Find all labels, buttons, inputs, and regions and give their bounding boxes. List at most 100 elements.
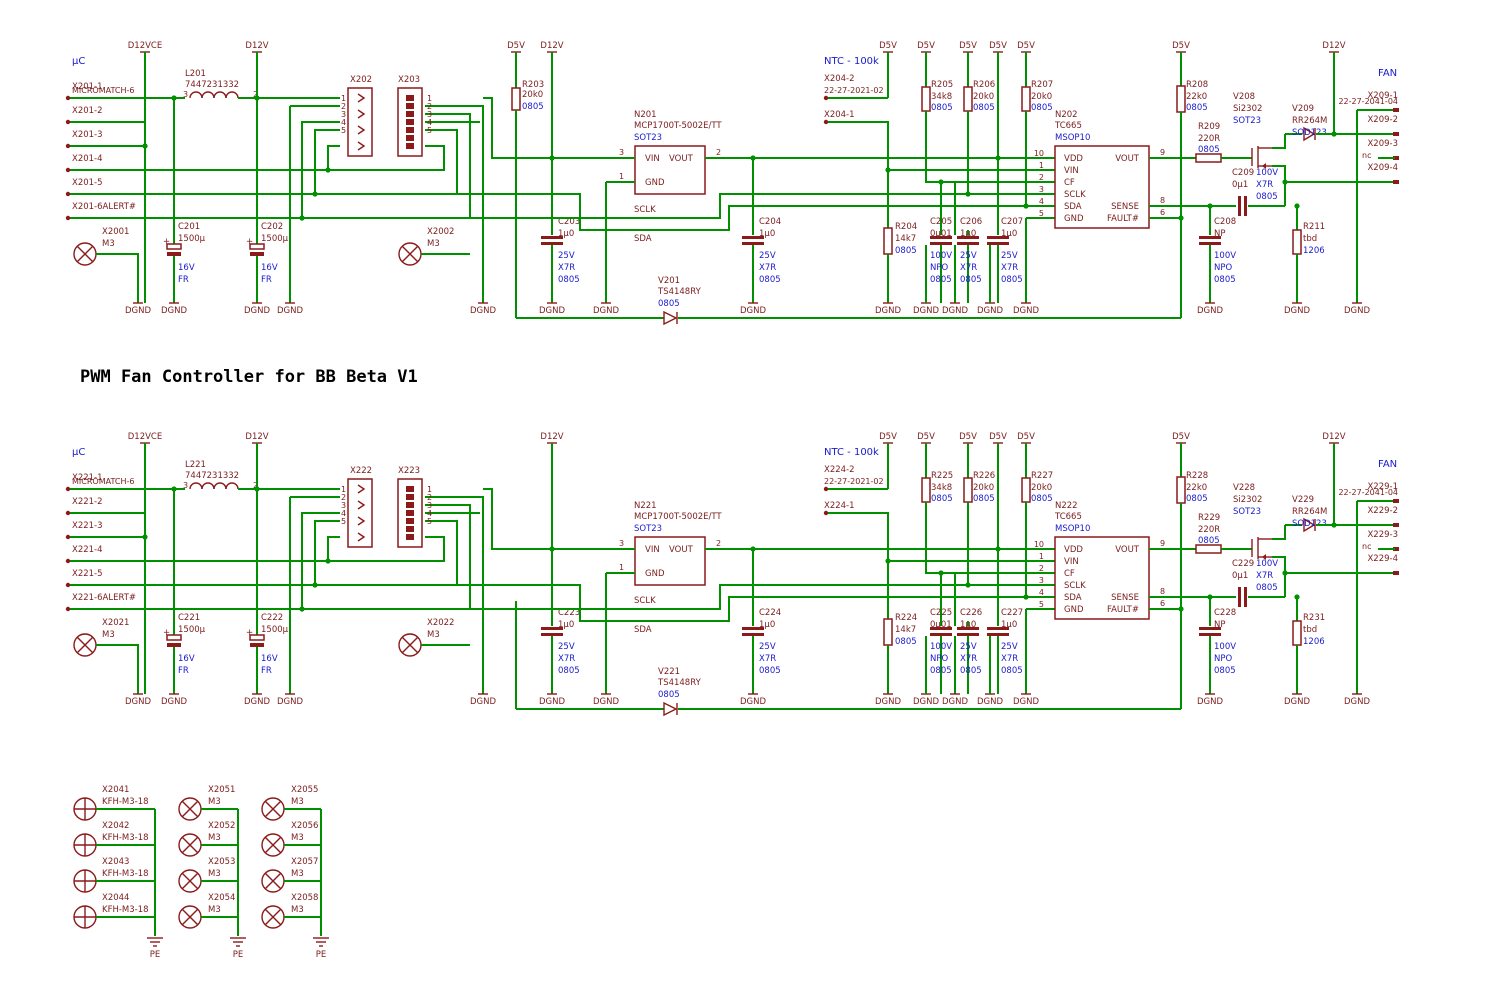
wire <box>1272 525 1286 540</box>
junction-dot <box>171 95 177 101</box>
connector-pin-label: X204-1 <box>824 110 855 120</box>
mosfet-package: SOT23 <box>1233 116 1261 126</box>
cap-ref: C225 <box>930 608 952 618</box>
inductor-coil <box>189 91 203 99</box>
ground-label: DGND <box>1197 697 1223 707</box>
ground-label: DGND <box>161 697 187 707</box>
polarity-mark: + <box>246 628 253 638</box>
power-rail-label: D5V <box>879 432 897 442</box>
cap-value: 1µ0 <box>1001 620 1017 630</box>
resistor-value: tbd <box>1303 625 1317 635</box>
junction-dot <box>1023 594 1029 600</box>
junction-dot <box>1178 215 1184 221</box>
ic-pin-number: 1 <box>1039 552 1044 561</box>
hole-value: M3 <box>291 797 304 807</box>
junction-dot <box>142 143 148 149</box>
junction-dot <box>965 191 971 197</box>
junction-dot <box>312 191 318 197</box>
power-rail-label: D5V <box>1017 41 1035 51</box>
regulator-pin-name: VOUT <box>669 154 694 164</box>
resistor-value: 20k0 <box>973 483 994 493</box>
connector-pin-label: X229-4 <box>1367 554 1398 564</box>
hole-ref: X2054 <box>208 893 235 903</box>
regulator-pin: 3 <box>619 539 624 548</box>
ic-pin-number: 10 <box>1034 540 1044 549</box>
header-pin-number: 5 <box>341 517 346 526</box>
net-label-sda: SDA <box>634 625 652 635</box>
resistor-value: 20k0 <box>522 90 543 100</box>
capacitor-plate <box>541 633 563 636</box>
polarity-mark: + <box>246 237 253 247</box>
hole-ref: X2056 <box>291 821 318 831</box>
cap-voltage: 16V <box>261 654 278 664</box>
resistor-ref: R228 <box>1186 471 1208 481</box>
wire <box>1149 608 1182 709</box>
wire <box>70 129 340 195</box>
polarity-mark: + <box>163 237 170 247</box>
regulator-pin: 2 <box>716 539 721 548</box>
inductor-pin: 3 <box>183 481 188 490</box>
resistor-package: 0805 <box>1031 103 1053 113</box>
hole-ref: X2055 <box>291 785 318 795</box>
junction-dot <box>938 179 944 185</box>
connector-pin-label: X229-2 <box>1367 506 1398 516</box>
power-rail-label: D5V <box>989 432 1007 442</box>
connector-pin-dot <box>65 191 71 197</box>
wire <box>1149 217 1182 318</box>
resistor-package: 0805 <box>895 637 917 647</box>
connector-type-label: 22-27-2041-04 <box>1338 488 1398 497</box>
cap-package: 0805 <box>930 666 952 676</box>
resistor-ref: R226 <box>973 471 995 481</box>
ic-pin-name: SENSE <box>1111 202 1139 212</box>
cap-voltage: 25V <box>759 251 776 261</box>
cap-value: 1500µ <box>178 625 206 635</box>
resistor-ref: R206 <box>973 80 995 90</box>
cap-value: 0µ1 <box>1232 571 1248 581</box>
cap-ref: C228 <box>1214 608 1236 618</box>
ic-pin-name: VOUT <box>1115 545 1140 555</box>
cap-voltage: 100V <box>1256 559 1278 569</box>
junction-dot <box>750 546 756 552</box>
hole-ref: X2022 <box>427 618 454 628</box>
capacitor-plate <box>250 252 264 256</box>
ic-pin-number: 1 <box>1039 161 1044 170</box>
cap-type: X7R <box>558 263 575 273</box>
power-rail-label: D5V <box>1172 41 1190 51</box>
cap-type: X7R <box>759 263 776 273</box>
hole-ref: X2053 <box>208 857 235 867</box>
cap-voltage: 25V <box>960 251 977 261</box>
cap-type: NPO <box>930 654 948 664</box>
power-rail-label: D12VCE <box>128 41 162 51</box>
resistor-package: 0805 <box>522 102 544 112</box>
no-connect-label: nc <box>1362 151 1371 160</box>
diode-body <box>663 701 678 717</box>
cap-package: 0805 <box>759 666 781 676</box>
resistor-body <box>963 477 973 503</box>
resistor-value: 220R <box>1198 525 1220 535</box>
junction-dot <box>995 155 1001 161</box>
ground-label: DGND <box>277 306 303 316</box>
cap-value: 1µ0 <box>960 229 976 239</box>
ground-label: DGND <box>977 306 1003 316</box>
wire <box>483 488 615 550</box>
cap-voltage: 25V <box>558 251 575 261</box>
inductor-coil <box>201 91 215 99</box>
connector-type-label: 22-27-2021-02 <box>824 477 884 486</box>
cap-voltage: 25V <box>1001 642 1018 652</box>
ic-ref: N222 <box>1055 501 1078 511</box>
capacitor-plate <box>167 643 181 647</box>
wire <box>70 536 340 562</box>
page-title: PWM Fan Controller for BB Beta V1 <box>80 367 418 387</box>
capacitor-plate <box>1238 196 1241 216</box>
ground-label: DGND <box>161 306 187 316</box>
ic-pin-name: GND <box>1064 605 1084 615</box>
resistor-package: 0805 <box>973 103 995 113</box>
connector-pin-dot <box>823 119 829 125</box>
connector-pin-dot <box>65 534 71 540</box>
junction-dot <box>1207 203 1213 209</box>
wire <box>925 111 1055 183</box>
connector-pin-label: X224-1 <box>824 501 855 511</box>
regulator-ref: N221 <box>634 501 657 511</box>
cap-ref: C202 <box>261 222 283 232</box>
connector-pin-label: X201-3 <box>72 130 103 140</box>
